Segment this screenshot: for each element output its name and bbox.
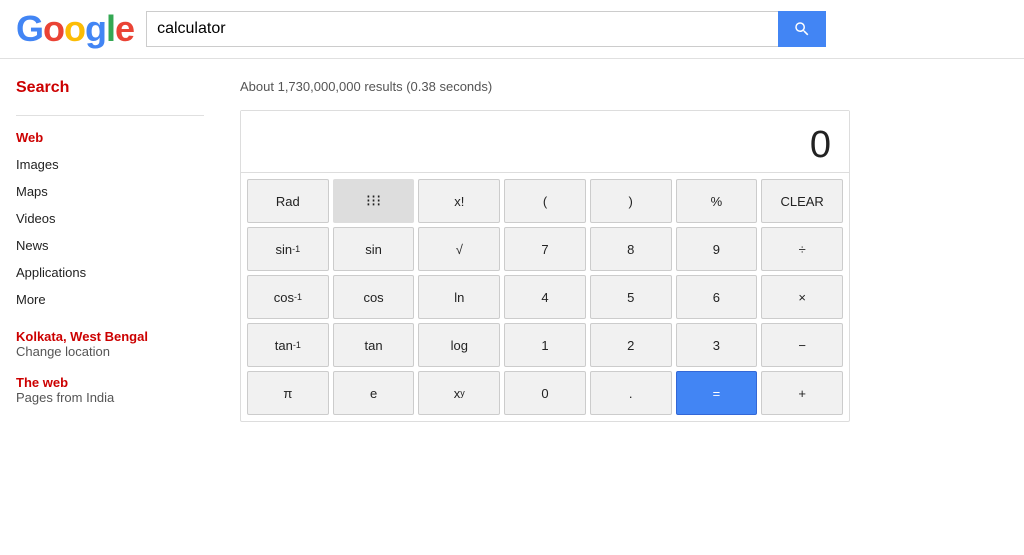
btn-tan[interactable]: tan — [333, 323, 415, 367]
btn-acos[interactable]: cos-1 — [247, 275, 329, 319]
btn-e[interactable]: e — [333, 371, 415, 415]
btn-atan[interactable]: tan-1 — [247, 323, 329, 367]
btn-multiply[interactable]: × — [761, 275, 843, 319]
btn-asin[interactable]: sin-1 — [247, 227, 329, 271]
sidebar-divider — [16, 115, 204, 116]
calc-row-3: cos-1 cos ln 4 5 6 × — [247, 275, 843, 319]
search-input[interactable] — [146, 11, 778, 47]
sidebar-item-maps[interactable]: Maps — [16, 178, 204, 205]
btn-7[interactable]: 7 — [504, 227, 586, 271]
btn-5[interactable]: 5 — [590, 275, 672, 319]
calc-display: 0 — [241, 111, 849, 173]
change-location-link[interactable]: Change location — [16, 344, 204, 359]
google-logo[interactable]: Google — [16, 8, 134, 50]
calculator: 0 Rad ⁝⁝⁝ x! ( ) % CLEAR sin-1 sin √ 7 — [240, 110, 850, 422]
sidebar-item-news[interactable]: News — [16, 232, 204, 259]
sidebar-location: Kolkata, West Bengal Change location — [16, 329, 204, 359]
btn-pi[interactable]: π — [247, 371, 329, 415]
search-icon — [793, 20, 811, 38]
btn-log[interactable]: log — [418, 323, 500, 367]
btn-sin[interactable]: sin — [333, 227, 415, 271]
btn-grid[interactable]: ⁝⁝⁝ — [333, 179, 415, 223]
sidebar-item-images[interactable]: Images — [16, 151, 204, 178]
btn-6[interactable]: 6 — [676, 275, 758, 319]
btn-dot[interactable]: . — [590, 371, 672, 415]
calc-row-2: sin-1 sin √ 7 8 9 ÷ — [247, 227, 843, 271]
main-layout: Search Web Images Maps Videos News Appli… — [0, 59, 1024, 422]
sidebar-web-section: The web Pages from India — [16, 375, 204, 405]
btn-add[interactable]: + — [761, 371, 843, 415]
location-name[interactable]: Kolkata, West Bengal — [16, 329, 204, 344]
search-box — [146, 11, 826, 47]
sidebar-item-more[interactable]: More — [16, 286, 204, 313]
btn-equals[interactable]: = — [676, 371, 758, 415]
calc-row-5: π e xy 0 . = + — [247, 371, 843, 415]
sidebar-item-web[interactable]: Web — [16, 124, 204, 151]
sidebar-item-applications[interactable]: Applications — [16, 259, 204, 286]
btn-factorial[interactable]: x! — [418, 179, 500, 223]
btn-9[interactable]: 9 — [676, 227, 758, 271]
btn-open-paren[interactable]: ( — [504, 179, 586, 223]
btn-rad[interactable]: Rad — [247, 179, 329, 223]
btn-cos[interactable]: cos — [333, 275, 415, 319]
btn-3[interactable]: 3 — [676, 323, 758, 367]
btn-close-paren[interactable]: ) — [590, 179, 672, 223]
calc-row-1: Rad ⁝⁝⁝ x! ( ) % CLEAR — [247, 179, 843, 223]
btn-8[interactable]: 8 — [590, 227, 672, 271]
btn-ln[interactable]: ln — [418, 275, 500, 319]
btn-divide[interactable]: ÷ — [761, 227, 843, 271]
sidebar-item-videos[interactable]: Videos — [16, 205, 204, 232]
btn-sqrt[interactable]: √ — [418, 227, 500, 271]
btn-4[interactable]: 4 — [504, 275, 586, 319]
calc-row-4: tan-1 tan log 1 2 3 − — [247, 323, 843, 367]
btn-percent[interactable]: % — [676, 179, 758, 223]
results-info: About 1,730,000,000 results (0.38 second… — [240, 71, 1004, 110]
pages-from-label: Pages from India — [16, 390, 204, 405]
calc-grid: Rad ⁝⁝⁝ x! ( ) % CLEAR sin-1 sin √ 7 8 9… — [241, 173, 849, 421]
the-web-label[interactable]: The web — [16, 375, 204, 390]
sidebar: Search Web Images Maps Videos News Appli… — [0, 71, 220, 422]
btn-0[interactable]: 0 — [504, 371, 586, 415]
btn-1[interactable]: 1 — [504, 323, 586, 367]
content-area: About 1,730,000,000 results (0.38 second… — [220, 71, 1024, 422]
btn-clear[interactable]: CLEAR — [761, 179, 843, 223]
header: Google — [0, 0, 1024, 59]
btn-subtract[interactable]: − — [761, 323, 843, 367]
search-section-label: Search — [16, 71, 204, 107]
btn-2[interactable]: 2 — [590, 323, 672, 367]
search-button[interactable] — [778, 11, 826, 47]
btn-power[interactable]: xy — [418, 371, 500, 415]
